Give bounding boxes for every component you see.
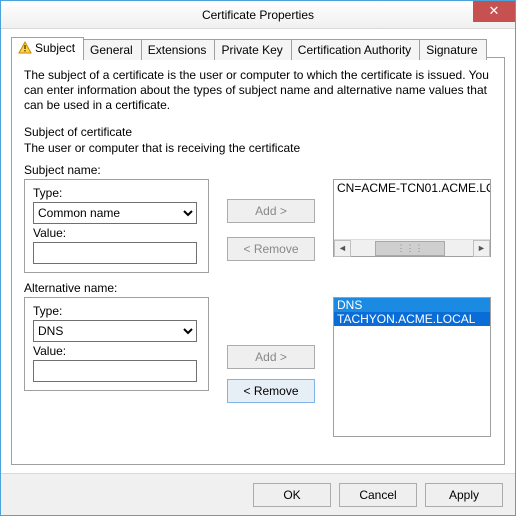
sn-value-label: Value:	[33, 226, 200, 240]
apply-button[interactable]: Apply	[425, 483, 503, 507]
alternative-name-heading: Alternative name:	[24, 281, 492, 295]
an-type-label: Type:	[33, 304, 200, 318]
an-value-label: Value:	[33, 344, 200, 358]
horizontal-scrollbar[interactable]: ◄ ⋮⋮⋮ ►	[334, 239, 490, 256]
tab-signature-label: Signature	[426, 43, 477, 57]
titlebar: Certificate Properties ✕	[1, 1, 515, 29]
an-value-input[interactable]	[33, 360, 197, 382]
subject-name-heading: Subject name:	[24, 163, 492, 177]
tab-cert-authority-label: Certification Authority	[298, 43, 411, 57]
scroll-right-arrow-icon[interactable]: ►	[473, 240, 490, 257]
section-title: Subject of certificate	[24, 125, 492, 139]
window-title: Certificate Properties	[1, 8, 515, 22]
alternative-name-group: Type: DNS Value:	[24, 297, 209, 391]
list-group-header[interactable]: DNS	[334, 298, 490, 312]
an-remove-button[interactable]: < Remove	[227, 379, 315, 403]
description-text: The subject of a certificate is the user…	[24, 68, 492, 113]
tab-strip: Subject General Extensions Private Key C…	[11, 37, 505, 58]
cancel-button[interactable]: Cancel	[339, 483, 417, 507]
subject-name-group: Type: Common name Value:	[24, 179, 209, 273]
tab-cert-authority[interactable]: Certification Authority	[291, 39, 420, 60]
close-button[interactable]: ✕	[473, 1, 515, 22]
tab-general-label: General	[90, 43, 133, 57]
sn-type-select[interactable]: Common name	[33, 202, 197, 224]
list-item[interactable]: TACHYON.ACME.LOCAL	[334, 312, 490, 326]
alternative-name-row: Type: DNS Value: Add > < Remove	[24, 297, 492, 437]
tab-general[interactable]: General	[83, 39, 142, 60]
sn-type-label: Type:	[33, 186, 200, 200]
sn-value-input[interactable]	[33, 242, 197, 264]
an-type-select[interactable]: DNS	[33, 320, 197, 342]
section-subtitle: The user or computer that is receiving t…	[24, 141, 492, 155]
scroll-thumb[interactable]: ⋮⋮⋮	[375, 241, 445, 256]
tab-subject[interactable]: Subject	[11, 37, 84, 58]
client-area: Subject General Extensions Private Key C…	[1, 29, 515, 473]
tab-panel-subject: The subject of a certificate is the user…	[11, 57, 505, 465]
ok-button[interactable]: OK	[253, 483, 331, 507]
list-item[interactable]: CN=ACME-TCN01.ACME.LOCAL	[334, 180, 490, 196]
sn-add-button[interactable]: Add >	[227, 199, 315, 223]
tab-extensions[interactable]: Extensions	[141, 39, 216, 60]
tab-private-key-label: Private Key	[221, 43, 282, 57]
scroll-left-arrow-icon[interactable]: ◄	[334, 240, 351, 257]
subject-name-row: Type: Common name Value: Add > < Remove	[24, 179, 492, 273]
an-add-button[interactable]: Add >	[227, 345, 315, 369]
scroll-track[interactable]: ⋮⋮⋮	[351, 240, 473, 257]
tab-subject-label: Subject	[35, 41, 75, 55]
subject-name-listbox[interactable]: CN=ACME-TCN01.ACME.LOCAL ◄ ⋮⋮⋮ ►	[333, 179, 491, 257]
warning-icon	[18, 41, 32, 55]
alternative-name-listbox[interactable]: DNS TACHYON.ACME.LOCAL	[333, 297, 491, 437]
dialog-footer: OK Cancel Apply	[1, 473, 515, 515]
tab-extensions-label: Extensions	[148, 43, 207, 57]
tab-signature[interactable]: Signature	[419, 39, 486, 60]
tab-private-key[interactable]: Private Key	[214, 39, 291, 60]
sn-remove-button[interactable]: < Remove	[227, 237, 315, 261]
dialog-window: Certificate Properties ✕ Subject General…	[0, 0, 516, 516]
